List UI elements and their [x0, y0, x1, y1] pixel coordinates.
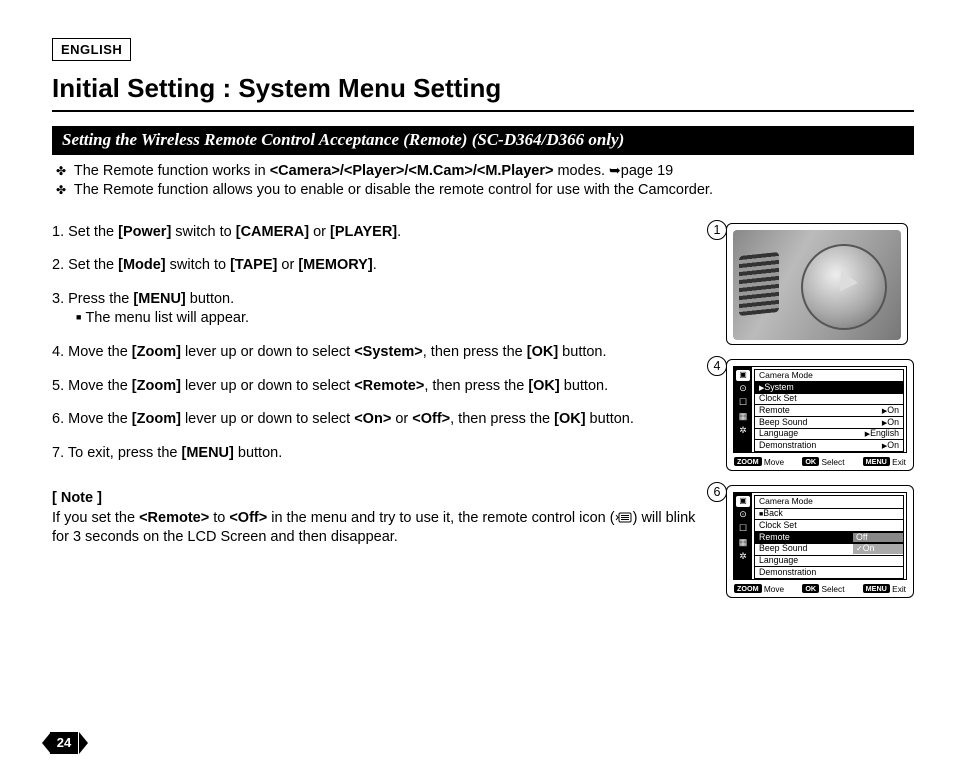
tv-icon: ☐ [736, 524, 750, 535]
step-7: 7. To exit, press the [MENU] button. [52, 444, 702, 464]
option-on: ✓On [853, 544, 903, 554]
lcd-row-beep: Beep Sound ✓On [754, 544, 904, 556]
camcorder-icon: ▣ [736, 496, 750, 507]
zoom-key-icon: ZOOM [734, 584, 762, 593]
step-3a: ■The menu list will appear. [52, 309, 702, 329]
gear-icon: ✲ [736, 426, 750, 437]
lcd-row-beep: Beep Sound▶On [754, 417, 904, 429]
figure-4: 4 ▣ ⊙ ☐ ▦ ✲ Camera Mode ▶System Clock Se… [726, 359, 914, 472]
lcd-footer: ZOOM Move OK Select MENU Exit [733, 457, 907, 468]
lcd-row-language: Language [754, 556, 904, 568]
figure-number: 6 [707, 482, 727, 502]
figure-number: 1 [707, 220, 727, 240]
square-bullet-icon: ■ [76, 312, 81, 322]
lcd-footer: ZOOM Move OK Select MENU Exit [733, 584, 907, 595]
language-badge: ENGLISH [52, 38, 131, 61]
intro-block: ✤ The Remote function works in <Camera>/… [52, 161, 914, 201]
lcd-row-clockset: Clock Set [754, 520, 904, 532]
step-6: 6. Move the [Zoom] lever up or down to s… [52, 410, 702, 430]
lcd-row-back: ■Back [754, 509, 904, 521]
page-number-badge: 24 [44, 732, 88, 754]
figure-number: 4 [707, 356, 727, 376]
lcd-row-language: Language▶English [754, 429, 904, 441]
lcd-title: Camera Mode [754, 369, 904, 382]
tv-icon: ☐ [736, 398, 750, 409]
lcd-row-remote: Remote▶On [754, 405, 904, 417]
ok-key-icon: OK [802, 457, 819, 466]
reel-icon: ⊙ [736, 510, 750, 521]
steps-column: 1. Set the [Power] switch to [CAMERA] or… [52, 223, 702, 598]
lcd-row-clockset: Clock Set [754, 394, 904, 406]
menu-key-icon: MENU [863, 584, 890, 593]
lcd-row-demonstration: Demonstration▶On [754, 440, 904, 452]
step-5: 5. Move the [Zoom] lever up or down to s… [52, 377, 702, 397]
gear-icon: ✲ [736, 552, 750, 563]
intro-line-2: The Remote function allows you to enable… [74, 182, 713, 198]
intro-line-1a: The Remote function works in [74, 163, 270, 179]
film-icon: ▦ [736, 412, 750, 423]
bullet-icon: ✤ [56, 183, 66, 197]
menu-key-icon: MENU [863, 457, 890, 466]
lcd-icon-column: ▣ ⊙ ☐ ▦ ✲ [734, 367, 752, 452]
page-ref-arrow: ➥ [609, 162, 621, 178]
lcd-icon-column: ▣ ⊙ ☐ ▦ ✲ [734, 493, 752, 579]
note-header: [ Note ] [52, 489, 702, 509]
figure-6: 6 ▣ ⊙ ☐ ▦ ✲ Camera Mode ■Back Clock Set [726, 485, 914, 598]
ok-key-icon: OK [802, 584, 819, 593]
lcd-row-remote: Remote Off [754, 532, 904, 544]
figures-column: 1 4 ▣ ⊙ ☐ ▦ ✲ Ca [712, 223, 914, 598]
section-heading: Setting the Wireless Remote Control Acce… [52, 126, 914, 155]
page-ref: page 19 [621, 163, 673, 179]
option-off: Off [853, 533, 903, 543]
lcd-row-demonstration: Demonstration [754, 567, 904, 579]
intro-line-1b: modes. [553, 163, 609, 179]
step-1: 1. Set the [Power] switch to [CAMERA] or… [52, 223, 702, 243]
camcorder-icon: ▣ [736, 370, 750, 381]
reel-icon: ⊙ [736, 384, 750, 395]
page-title: Initial Setting : System Menu Setting [52, 71, 914, 112]
note-block: [ Note ] If you set the <Remote> to <Off… [52, 489, 702, 548]
intro-modes: <Camera>/<Player>/<M.Cam>/<M.Player> [270, 163, 554, 179]
power-dial-illustration [733, 230, 901, 340]
page-number: 24 [50, 732, 78, 754]
step-2: 2. Set the [Mode] switch to [TAPE] or [M… [52, 256, 702, 276]
step-3: 3. Press the [MENU] button. [52, 290, 702, 310]
film-icon: ▦ [736, 538, 750, 549]
remote-off-icon [615, 512, 633, 523]
note-body: If you set the <Remote> to <Off> in the … [52, 509, 702, 548]
step-4: 4. Move the [Zoom] lever up or down to s… [52, 343, 702, 363]
figure-1: 1 [726, 223, 908, 345]
lcd-menu-remote: ▣ ⊙ ☐ ▦ ✲ Camera Mode ■Back Clock Set Re… [733, 492, 907, 580]
bullet-icon: ✤ [56, 164, 66, 178]
lcd-row-system: ▶System [754, 382, 904, 394]
zoom-key-icon: ZOOM [734, 457, 762, 466]
lcd-menu-system: ▣ ⊙ ☐ ▦ ✲ Camera Mode ▶System Clock Set … [733, 366, 907, 453]
lcd-title: Camera Mode [754, 495, 904, 508]
